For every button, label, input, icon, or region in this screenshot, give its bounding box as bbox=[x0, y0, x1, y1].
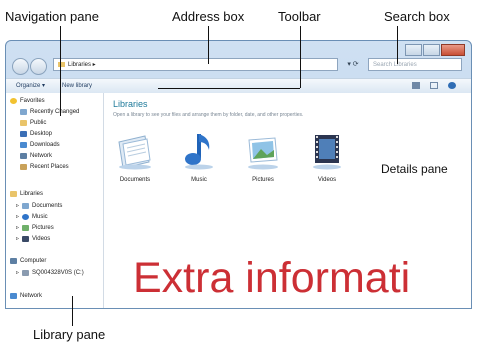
nav-item-label: Pictures bbox=[32, 224, 54, 231]
nav-item-downloads[interactable]: Downloads bbox=[20, 142, 60, 148]
navigation-pane: Favorites Recently Changed Public Deskto… bbox=[6, 93, 104, 308]
nav-item-label: Documents bbox=[32, 202, 63, 209]
forward-button[interactable] bbox=[30, 58, 47, 75]
new-library-button[interactable]: New library bbox=[62, 79, 92, 93]
help-icon[interactable] bbox=[448, 82, 456, 89]
desktop-icon bbox=[20, 131, 27, 137]
nav-item-pictures[interactable]: ▹ Pictures bbox=[16, 224, 54, 231]
nav-item-drive[interactable]: ▹ SQ004328V0S (C:) bbox=[16, 269, 84, 276]
extra-information-overlay: Extra informati bbox=[133, 254, 411, 302]
toolbar-leader-horizontal bbox=[158, 88, 300, 89]
nav-item-label: Desktop bbox=[30, 131, 53, 137]
nav-computer[interactable]: Computer bbox=[10, 258, 46, 264]
nav-network-label: Network bbox=[20, 293, 43, 299]
nav-item-label: Downloads bbox=[30, 142, 60, 148]
nav-item-label: Network bbox=[30, 153, 53, 159]
documents-library-icon bbox=[118, 135, 151, 170]
library-videos[interactable]: Videos bbox=[302, 130, 352, 183]
network-icon bbox=[10, 293, 17, 299]
nav-item-music[interactable]: ▹ Music bbox=[16, 213, 48, 220]
library-videos-label: Videos bbox=[317, 177, 337, 183]
minimize-button[interactable] bbox=[405, 44, 422, 56]
nav-favorites[interactable]: Favorites bbox=[10, 98, 45, 104]
nav-libraries[interactable]: Libraries bbox=[10, 191, 43, 197]
search-placeholder: Search Libraries bbox=[373, 62, 417, 68]
nav-item-label: Public bbox=[30, 120, 47, 126]
downloads-icon bbox=[20, 142, 27, 148]
library-documents-label: Documents bbox=[119, 177, 151, 183]
preview-pane-icon[interactable] bbox=[430, 82, 438, 89]
navigation-pane-callout: Navigation pane bbox=[5, 9, 99, 24]
library-documents[interactable]: Documents bbox=[110, 130, 160, 183]
breadcrumb-libraries[interactable]: Libraries bbox=[68, 62, 91, 68]
refresh-icon[interactable]: ▾ ⟳ bbox=[341, 58, 365, 71]
nav-libraries-label: Libraries bbox=[20, 191, 44, 197]
search-box-callout: Search box bbox=[384, 9, 450, 24]
nav-item-label: SQ004328V0S (C:) bbox=[32, 269, 84, 276]
nav-item-videos[interactable]: ▹ Videos bbox=[16, 235, 50, 242]
search-box-leader bbox=[397, 26, 398, 64]
address-box[interactable]: Libraries ▸ bbox=[53, 58, 338, 71]
address-box-callout: Address box bbox=[172, 9, 245, 24]
address-box-leader bbox=[208, 26, 209, 64]
library-pane-callout: Library pane bbox=[33, 327, 106, 342]
search-box[interactable]: Search Libraries bbox=[368, 58, 462, 71]
library-pictures-label: Pictures bbox=[252, 177, 274, 183]
network-icon bbox=[20, 153, 27, 159]
videos-icon bbox=[22, 235, 30, 242]
music-library-icon bbox=[185, 134, 213, 170]
library-pane-leader bbox=[72, 296, 73, 326]
pictures-icon bbox=[22, 224, 30, 231]
documents-icon bbox=[22, 202, 30, 209]
nav-item-label: Recent Places bbox=[30, 164, 69, 170]
library-subtitle: Open a library to see your files and arr… bbox=[113, 112, 304, 118]
drive-icon bbox=[22, 269, 30, 276]
nav-item-label: Videos bbox=[32, 235, 51, 242]
nav-computer-label: Computer bbox=[20, 258, 47, 264]
recent-folder-icon bbox=[20, 109, 27, 115]
nav-item-documents[interactable]: ▹ Documents bbox=[16, 202, 62, 209]
nav-item-desktop[interactable]: Desktop bbox=[20, 131, 52, 137]
nav-item-recently-changed[interactable]: Recently Changed bbox=[20, 109, 79, 115]
pictures-library-icon bbox=[248, 137, 278, 170]
nav-network[interactable]: Network bbox=[10, 293, 42, 299]
computer-icon bbox=[10, 258, 17, 264]
videos-library-icon bbox=[313, 135, 341, 170]
library-music-label: Music bbox=[191, 177, 207, 183]
library-pictures[interactable]: Pictures bbox=[238, 130, 288, 183]
libraries-icon bbox=[10, 191, 17, 197]
toolbar-callout: Toolbar bbox=[278, 9, 321, 24]
nav-favorites-label: Favorites bbox=[20, 98, 45, 104]
back-button[interactable] bbox=[12, 58, 29, 75]
star-icon bbox=[10, 98, 17, 104]
close-button[interactable] bbox=[441, 44, 465, 56]
library-title: Libraries bbox=[113, 99, 148, 109]
nav-item-label: Recently Changed bbox=[30, 109, 80, 115]
view-options-icon[interactable] bbox=[412, 82, 420, 89]
organize-button[interactable]: Organize ▾ bbox=[16, 79, 45, 93]
nav-item-label: Music bbox=[32, 213, 48, 220]
navigation-pane-leader bbox=[60, 26, 61, 116]
maximize-button[interactable] bbox=[423, 44, 440, 56]
toolbar: Organize ▾ New library bbox=[6, 78, 471, 94]
music-icon bbox=[22, 213, 30, 220]
toolbar-leader-vertical bbox=[300, 26, 301, 88]
details-pane-callout: Details pane bbox=[381, 162, 448, 176]
nav-item-recent-places[interactable]: Recent Places bbox=[20, 164, 69, 170]
folder-icon bbox=[20, 120, 27, 126]
recent-places-icon bbox=[20, 164, 27, 170]
window-controls bbox=[405, 44, 465, 56]
nav-item-public[interactable]: Public bbox=[20, 120, 46, 126]
library-music[interactable]: Music bbox=[174, 130, 224, 183]
nav-item-network[interactable]: Network bbox=[20, 153, 52, 159]
